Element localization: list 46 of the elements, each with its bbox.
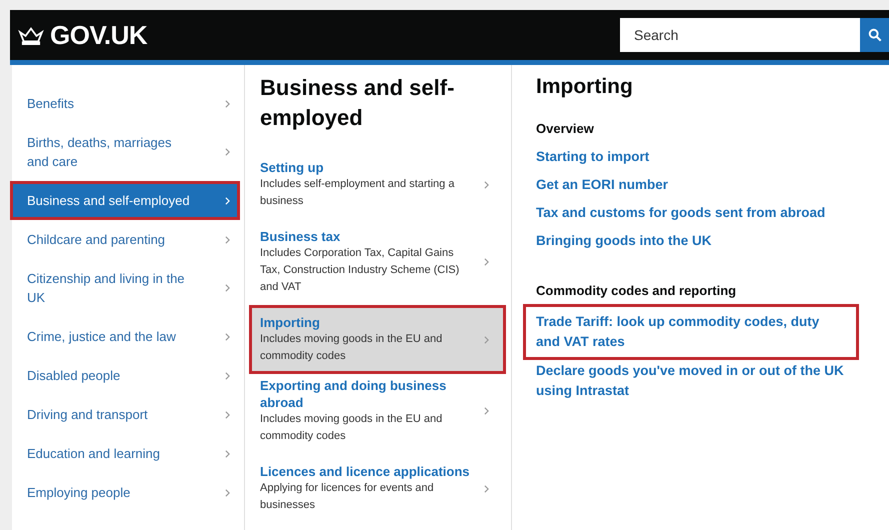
chevron-icon xyxy=(484,484,489,492)
topic-link[interactable]: Births, deaths, marriages and care xyxy=(12,123,240,181)
subtopic-link[interactable]: Exporting and doing business abroad Includes moving goods in the EU and commodity codes xyxy=(252,377,503,445)
guide-link[interactable]: Starting to import xyxy=(536,143,650,171)
chevron-icon xyxy=(225,196,230,204)
guide-link[interactable]: Get an EORI number xyxy=(536,171,668,199)
chevron-icon xyxy=(225,332,230,340)
topic-link[interactable]: Benefits xyxy=(12,84,240,123)
topic-link[interactable]: Employing people xyxy=(12,473,240,512)
chevron-icon xyxy=(484,258,489,266)
chevron-icon xyxy=(225,450,230,458)
subtopic-link[interactable]: Business tax Includes Corporation Tax, Capital Gains Tax, Construction Industry Scheme (CIS) and VAT xyxy=(252,228,503,296)
guide-link[interactable]: Trade Tariff: look up commodity codes, duty and VAT rates xyxy=(526,307,856,357)
search-field[interactable]: Search xyxy=(620,18,860,52)
group-heading: Commodity codes and reporting xyxy=(536,282,736,300)
chevron-icon xyxy=(225,100,230,108)
topic-link[interactable]: Education and learning xyxy=(12,434,240,473)
topic-link[interactable]: Crime, justice and the law xyxy=(12,317,240,356)
subsection-title: Importing xyxy=(536,74,634,100)
logo-text: GOV.UK xyxy=(50,20,148,50)
search-icon xyxy=(868,28,882,42)
topic-link[interactable]: Business and self-employed xyxy=(10,181,240,220)
chevron-icon xyxy=(484,180,489,188)
chevron-icon xyxy=(225,284,230,292)
topic-link[interactable]: Citizenship and living in the UK xyxy=(12,259,240,317)
govuk-logo[interactable]: GOV.UK xyxy=(18,20,148,50)
chevron-icon xyxy=(225,372,230,380)
topic-link[interactable]: Childcare and parenting xyxy=(12,220,240,259)
chevron-icon xyxy=(484,336,489,344)
chevron-icon xyxy=(225,410,230,418)
group-heading: Overview xyxy=(536,120,594,138)
guide-link[interactable]: Declare goods you've moved in or out of the UK using Intrastat xyxy=(536,357,856,405)
guide-link[interactable]: Tax and customs for goods sent from abroad xyxy=(536,199,826,227)
topic-link[interactable]: Disabled people xyxy=(12,356,240,395)
subtopic-link[interactable]: Licences and licence applications Applying for licences for events and businesses xyxy=(252,463,503,514)
subtopic-link[interactable]: Setting up Includes self-employment and starting a business xyxy=(252,159,503,210)
guide-link[interactable]: Bringing goods into the UK xyxy=(536,227,712,255)
subtopic-link[interactable]: Importing Includes moving goods in the EU and commodity codes xyxy=(252,308,503,371)
section-title: Business and self-employed xyxy=(260,74,456,132)
topic-link[interactable]: Driving and transport xyxy=(12,395,240,434)
chevron-icon xyxy=(225,236,230,244)
chevron-icon xyxy=(225,148,230,156)
search-button[interactable] xyxy=(860,18,889,52)
crown-icon xyxy=(18,25,44,45)
chevron-icon xyxy=(225,488,230,496)
chevron-icon xyxy=(484,407,489,415)
